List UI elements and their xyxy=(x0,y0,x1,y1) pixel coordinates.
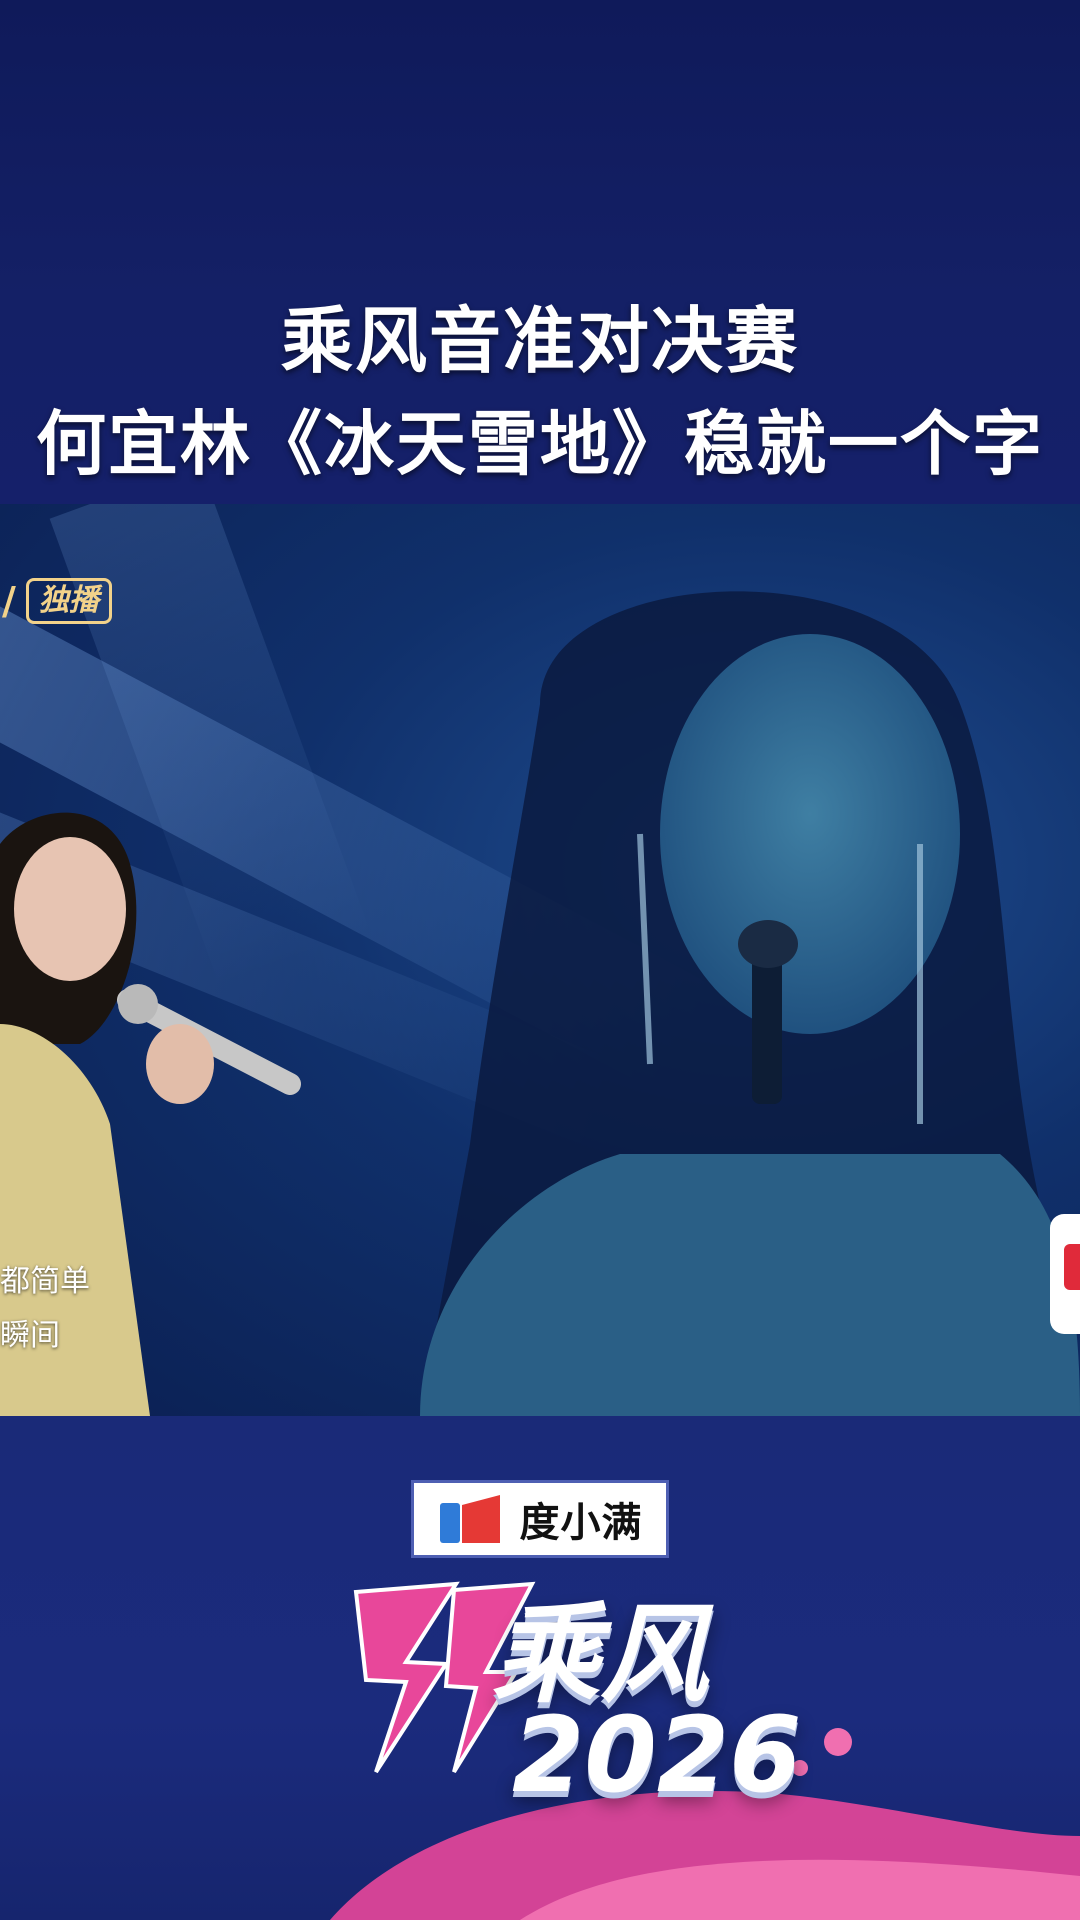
lyric-subtitle-2: 瞬间 xyxy=(0,1318,60,1353)
lyric-subtitle-1: 都简单 xyxy=(0,1264,90,1299)
sponsor-name: 度小满 xyxy=(519,1500,643,1546)
side-panel-button[interactable] xyxy=(1050,1214,1080,1334)
video-frame[interactable]: / 独播 都简单 瞬间 xyxy=(0,504,1080,1416)
exclusive-badge: / 独播 xyxy=(0,578,112,624)
exclusive-badge-label: 独播 xyxy=(25,578,112,624)
headline-line-1: 乘风音准对决赛 xyxy=(280,299,799,383)
headline-line-2: 何宜林《冰天雪地》稳就一个字 xyxy=(36,403,1044,485)
show-year: 2026 xyxy=(512,1694,802,1816)
sponsor-logo-icon xyxy=(439,1495,500,1543)
sponsor-logo[interactable]: 度小满 xyxy=(411,1480,669,1558)
